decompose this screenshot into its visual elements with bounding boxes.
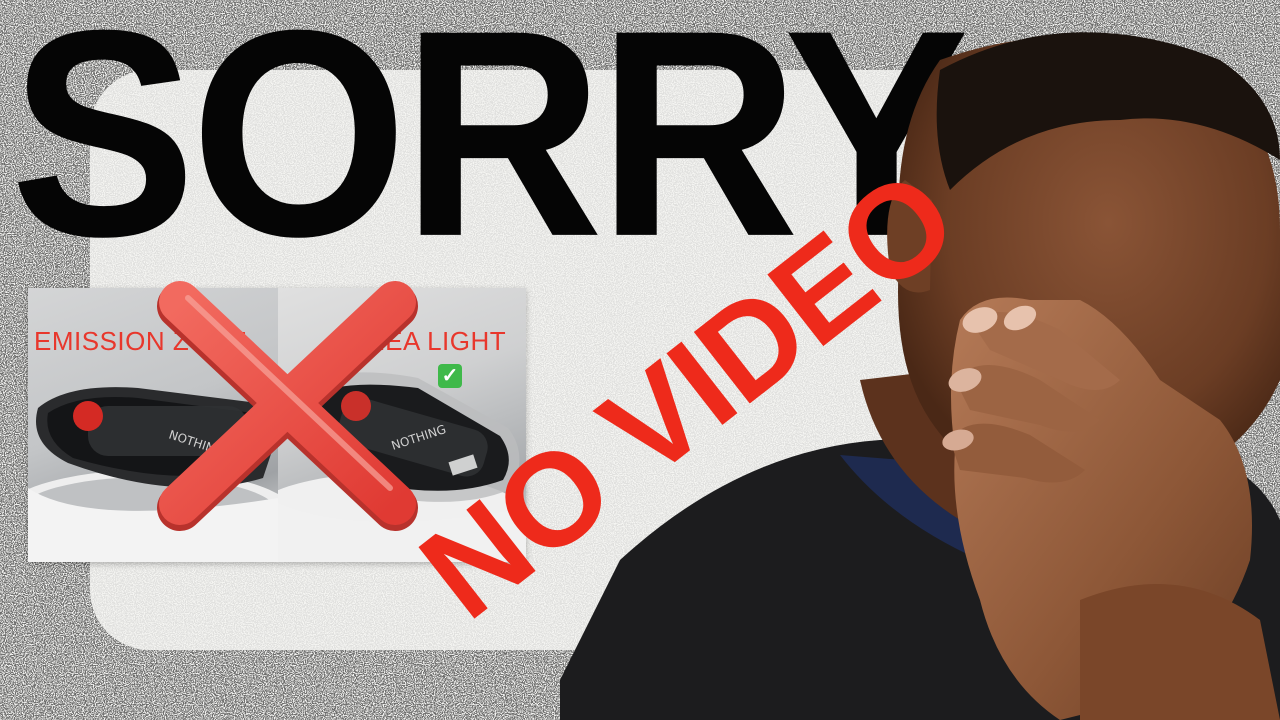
thumbnail-canvas: SORRY NOTHING EMISSION ZONE NOTHING AREA…: [0, 0, 1280, 720]
